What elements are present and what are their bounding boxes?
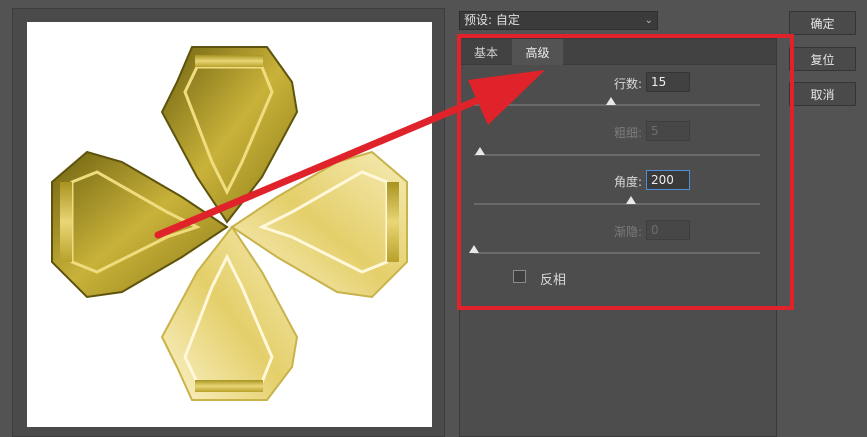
fade-label: 渐隐: bbox=[613, 225, 642, 239]
tab-bar: 基本 高级 bbox=[460, 39, 776, 65]
reset-button[interactable]: 复位 bbox=[789, 47, 856, 71]
fade-field[interactable]: 0 bbox=[646, 220, 690, 240]
angle-slider-track[interactable] bbox=[474, 203, 760, 205]
ok-button[interactable]: 确定 bbox=[789, 11, 856, 35]
fade-slider-track[interactable] bbox=[474, 252, 760, 254]
cancel-button[interactable]: 取消 bbox=[789, 82, 856, 106]
tab-basic[interactable]: 基本 bbox=[460, 39, 512, 65]
preset-dropdown[interactable]: 预设: 自定 ⌄ bbox=[459, 11, 658, 30]
chevron-down-icon: ⌄ bbox=[644, 15, 653, 26]
rows-slider-track[interactable] bbox=[474, 104, 760, 106]
thickness-slider-thumb[interactable] bbox=[474, 147, 485, 155]
fade-slider-thumb[interactable] bbox=[469, 245, 479, 253]
invert-label: 反相 bbox=[540, 273, 567, 288]
rows-slider-thumb[interactable] bbox=[606, 97, 617, 105]
rows-field[interactable]: 15 bbox=[646, 72, 690, 92]
preset-label: 预设: 自定 bbox=[464, 13, 520, 27]
thickness-slider-track[interactable] bbox=[474, 154, 760, 156]
thickness-label: 粗细: bbox=[613, 126, 642, 140]
thickness-field[interactable]: 5 bbox=[646, 121, 690, 141]
angle-slider-thumb[interactable] bbox=[626, 196, 637, 204]
tab-advanced[interactable]: 高级 bbox=[512, 39, 563, 65]
angle-label: 角度: bbox=[613, 175, 642, 189]
rows-label: 行数: bbox=[613, 77, 642, 91]
preview-canvas[interactable] bbox=[27, 22, 432, 427]
gold-knot-preview-image bbox=[51, 46, 408, 401]
invert-checkbox[interactable] bbox=[513, 270, 526, 283]
angle-field[interactable]: 200 bbox=[646, 170, 690, 190]
